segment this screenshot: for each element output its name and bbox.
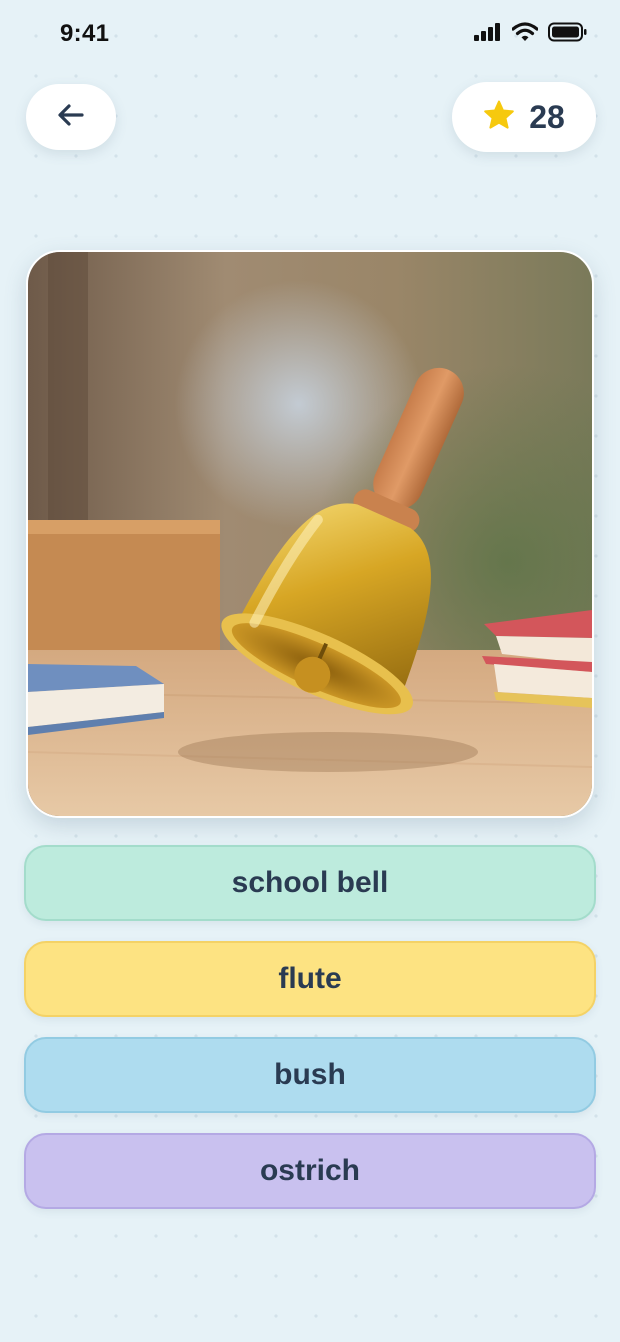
answer-option-flute[interactable]: flute — [24, 941, 596, 1017]
arrow-left-icon — [55, 99, 87, 136]
wifi-icon — [511, 22, 539, 47]
status-bar: 9:41 — [0, 0, 620, 70]
back-button[interactable] — [26, 84, 116, 150]
cellular-signal-icon — [474, 23, 502, 46]
answer-option-bush[interactable]: bush — [24, 1037, 596, 1113]
answer-option-school-bell[interactable]: school bell — [24, 845, 596, 921]
star-icon — [483, 99, 515, 136]
answer-option-ostrich[interactable]: ostrich — [24, 1133, 596, 1209]
battery-icon — [548, 22, 588, 47]
score-badge: 28 — [452, 82, 596, 152]
question-image — [26, 250, 594, 818]
score-value: 28 — [529, 98, 565, 135]
status-icons — [474, 22, 588, 47]
status-time: 9:41 — [60, 20, 110, 47]
